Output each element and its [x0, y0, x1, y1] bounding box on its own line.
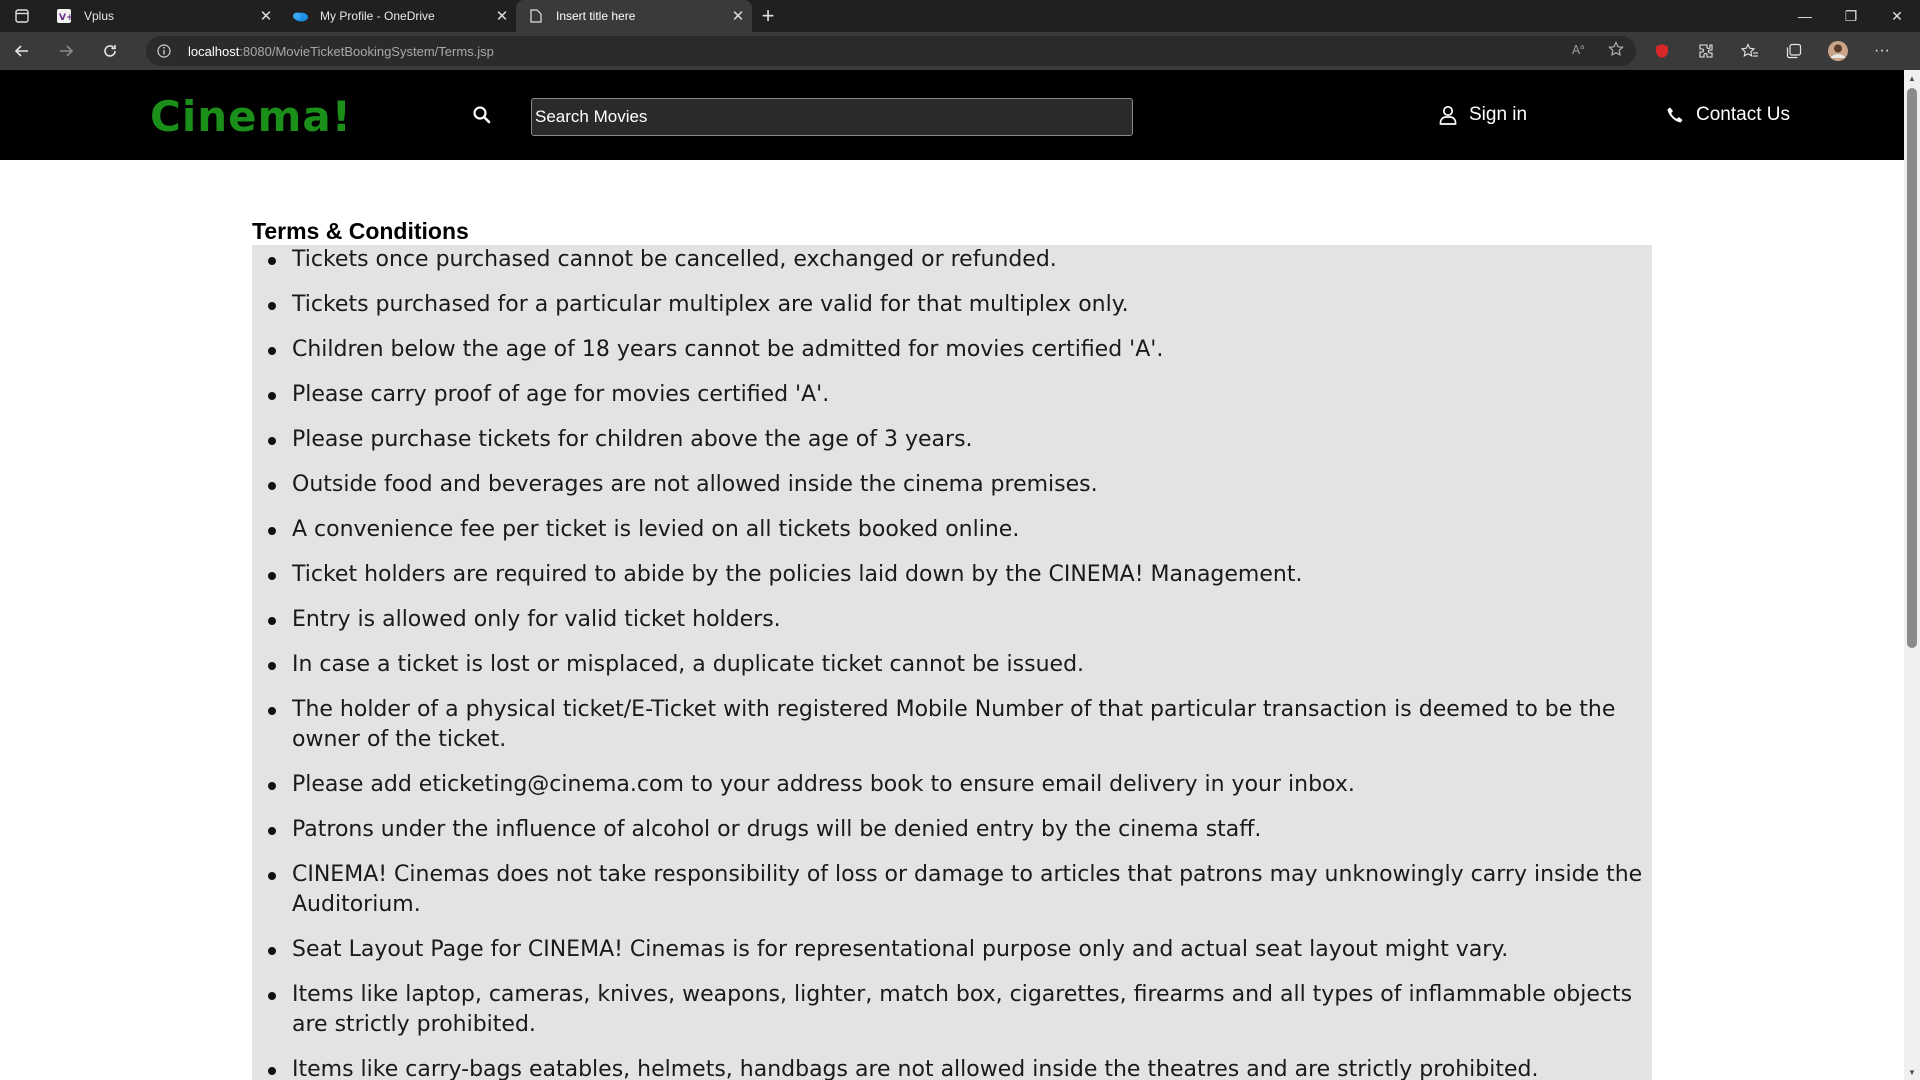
search-icon[interactable] [472, 105, 492, 125]
close-window-icon[interactable]: ✕ [1874, 0, 1920, 32]
svg-text:a: a [1580, 43, 1584, 51]
terms-list-item: Seat Layout Page for CINEMA! Cinemas is … [268, 935, 1652, 965]
terms-list-item: Ticket holders are required to abide by … [268, 560, 1652, 590]
close-tab-icon[interactable]: ✕ [724, 7, 752, 25]
page-scrollbar[interactable]: ▲ ▼ [1904, 70, 1920, 1080]
terms-list-item: Items like laptop, cameras, knives, weap… [268, 980, 1652, 1040]
terms-list-item: Please purchase tickets for children abo… [268, 425, 1652, 455]
vplus-icon: V+ [56, 8, 72, 24]
tab-title: Insert title here [556, 9, 636, 23]
collections-icon[interactable] [1772, 32, 1816, 70]
close-tab-icon[interactable]: ✕ [488, 7, 516, 25]
url-host: localhost [188, 43, 240, 59]
more-options-icon[interactable]: ··· [1860, 32, 1904, 70]
page-title: Terms & Conditions [252, 218, 469, 244]
new-tab-button[interactable]: + [752, 0, 784, 32]
restore-icon[interactable]: ❐ [1828, 0, 1874, 32]
terms-list-item: Please add eticketing@cinema.com to your… [268, 770, 1652, 800]
address-bar[interactable]: localhost:8080/MovieTicketBookingSystem/… [146, 36, 1636, 66]
back-icon[interactable] [0, 32, 44, 70]
contact-us-link[interactable]: Contact Us [1664, 104, 1790, 126]
tab-vplus[interactable]: V+ Vplus ✕ [44, 0, 280, 32]
terms-list: Tickets once purchased cannot be cancell… [252, 245, 1652, 1080]
terms-list-item: Children below the age of 18 years canno… [268, 335, 1652, 365]
contact-us-label: Contact Us [1696, 104, 1790, 125]
scroll-up-arrow-icon[interactable]: ▲ [1904, 70, 1920, 86]
profile-avatar-icon[interactable] [1816, 32, 1860, 70]
terms-list-item: Please carry proof of age for movies cer… [268, 380, 1652, 410]
minimize-icon[interactable]: — [1782, 0, 1828, 32]
terms-list-item: The holder of a physical ticket/E-Ticket… [268, 695, 1652, 755]
add-favorite-icon[interactable] [1608, 40, 1624, 62]
browser-toolbar: localhost:8080/MovieTicketBookingSystem/… [0, 32, 1920, 70]
sign-in-label: Sign in [1469, 104, 1528, 125]
tab-title: My Profile - OneDrive [320, 9, 435, 23]
address-bar-actions: Aa [1572, 36, 1624, 66]
tab-title: Vplus [84, 9, 115, 23]
terms-list-item: Outside food and beverages are not allow… [268, 470, 1652, 500]
terms-list-item: Items like carry-bags eatables, helmets,… [268, 1055, 1652, 1080]
terms-list-item: In case a ticket is lost or misplaced, a… [268, 650, 1652, 680]
toolbar-extensions: ··· [1640, 32, 1904, 70]
onedrive-icon [292, 8, 308, 24]
phone-icon [1664, 104, 1686, 126]
terms-list-item: Tickets purchased for a particular multi… [268, 290, 1652, 320]
read-aloud-icon[interactable]: Aa [1572, 42, 1588, 61]
terms-list-item: A convenience fee per ticket is levied o… [268, 515, 1652, 545]
terms-list-item: Patrons under the influence of alcohol o… [268, 815, 1652, 845]
site-header: Cinema! Sign in Contact Us [0, 70, 1904, 160]
refresh-icon[interactable] [88, 32, 132, 70]
site-info-icon[interactable] [146, 44, 182, 58]
extensions-icon[interactable] [1684, 32, 1728, 70]
terms-list-container: Tickets once purchased cannot be cancell… [252, 245, 1652, 1080]
terms-list-item: Entry is allowed only for valid ticket h… [268, 605, 1652, 635]
forward-icon[interactable] [44, 32, 88, 70]
sign-in-link[interactable]: Sign in [1437, 104, 1527, 126]
tab-insert-title[interactable]: Insert title here ✕ [516, 0, 752, 32]
terms-list-item: Tickets once purchased cannot be cancell… [268, 245, 1652, 275]
browser-tab-strip: V+ Vplus ✕ My Profile - OneDrive ✕ Inser… [0, 0, 1920, 32]
shield-extension-icon[interactable] [1640, 32, 1684, 70]
favorites-icon[interactable] [1728, 32, 1772, 70]
tab-actions-button[interactable] [0, 0, 44, 32]
window-controls: — ❐ ✕ [1782, 0, 1920, 32]
tab-actions-icon [15, 9, 29, 23]
terms-list-item: CINEMA! Cinemas does not take responsibi… [268, 860, 1652, 920]
url-text: localhost:8080/MovieTicketBookingSystem/… [182, 44, 494, 59]
url-path: :8080/MovieTicketBookingSystem/Terms.jsp [239, 43, 494, 59]
search-movies-input[interactable] [531, 98, 1133, 136]
close-tab-icon[interactable]: ✕ [252, 7, 280, 25]
user-icon [1437, 104, 1459, 126]
site-logo[interactable]: Cinema! [150, 92, 352, 141]
svg-text:V+: V+ [59, 13, 71, 23]
tab-onedrive[interactable]: My Profile - OneDrive ✕ [280, 0, 516, 32]
page-icon [528, 8, 544, 24]
scrollbar-thumb[interactable] [1907, 88, 1917, 648]
scroll-down-arrow-icon[interactable]: ▼ [1904, 1064, 1920, 1080]
